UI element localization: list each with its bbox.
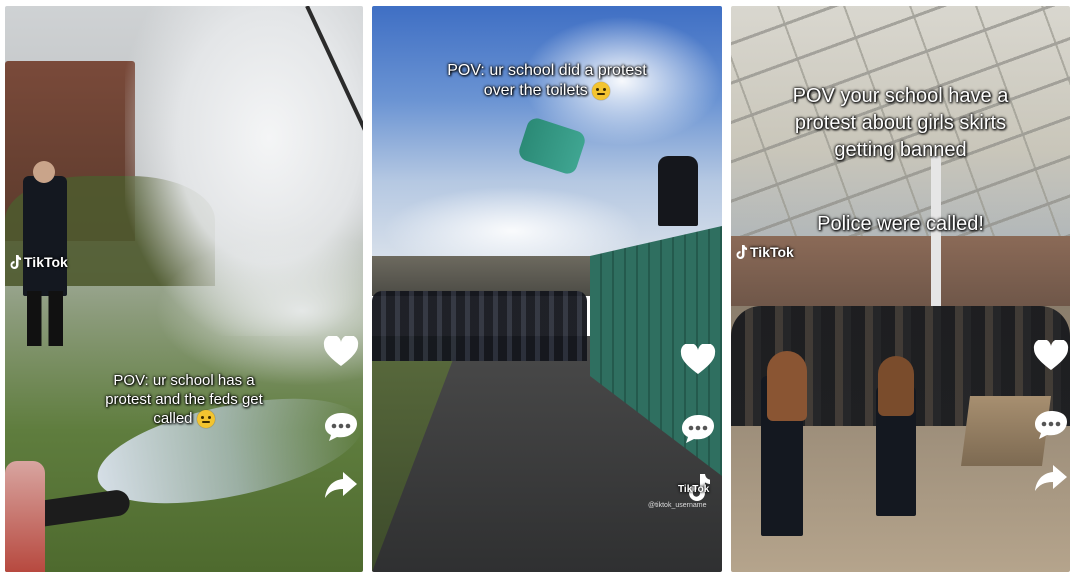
video-panel-1[interactable]: TikTok POV: ur school has a protest and … (5, 6, 363, 572)
like-button[interactable] (680, 344, 716, 376)
panel-1-hand (5, 461, 45, 572)
caption-line: POV: ur school has a (113, 372, 255, 389)
tiktok-watermark: TikTok (735, 244, 794, 260)
tiktok-watermark-text: TikTok (24, 254, 68, 270)
tiktok-watermark: TikTok (9, 254, 68, 270)
panel-3-pillar (931, 156, 941, 326)
caption-line-with-emoji: over the toilets (372, 81, 722, 101)
comment-button[interactable] (680, 413, 716, 445)
like-button[interactable] (323, 336, 359, 368)
panel-3-person-hair (767, 351, 807, 421)
video-caption: POV: ur school did a protest over the to… (372, 61, 722, 101)
panel-2-person-on-roof (658, 156, 698, 226)
panel-1-person-head (33, 161, 55, 183)
heart-icon (680, 344, 716, 374)
share-icon (1035, 465, 1067, 491)
panel-3-person-hair (878, 356, 914, 416)
share-button[interactable] (323, 469, 359, 501)
grimace-emoji-icon (196, 409, 215, 428)
panel-1-person-legs (27, 291, 63, 346)
tiktok-logo-icon (10, 254, 21, 269)
comment-icon (1035, 411, 1067, 439)
tiktok-logo-icon (736, 244, 747, 259)
share-icon (325, 472, 357, 498)
grimace-emoji-icon (592, 81, 611, 100)
video-caption: POV: ur school has a protest and the fed… (5, 372, 363, 428)
caption-line: protest and the feds get (105, 390, 263, 408)
comment-button[interactable] (323, 411, 359, 443)
comment-button[interactable] (1033, 409, 1069, 441)
username-text: @tiktok_username (648, 502, 707, 509)
heart-icon (1033, 340, 1069, 370)
panel-1-person (23, 176, 67, 296)
caption-line: POV: ur school did a protest (447, 62, 647, 79)
caption-line: POV your school have a (792, 85, 1009, 107)
heart-icon (323, 336, 359, 366)
share-button[interactable] (1033, 462, 1069, 494)
like-button[interactable] (1033, 340, 1069, 372)
video-caption: POV your school have a protest about gir… (731, 83, 1070, 164)
video-panel-2[interactable]: POV: ur school did a protest over the to… (372, 6, 722, 572)
caption-line: protest about girls skirts (794, 112, 1007, 134)
comment-icon (682, 415, 714, 443)
panel-2-crowd (372, 291, 587, 361)
tiktok-watermark-text: TikTok (678, 484, 710, 495)
caption-line-text: called (153, 409, 193, 427)
video-panel-3[interactable]: TikTok POV your school have a protest ab… (731, 6, 1070, 572)
video-caption-extra: Police were called! (817, 213, 984, 235)
comment-icon (325, 413, 357, 441)
tiktok-watermark-text: TikTok (750, 244, 794, 260)
caption-line: getting banned (834, 139, 967, 161)
tiktok-watermark: TikTok (678, 484, 709, 495)
caption-line-with-emoji: called (5, 410, 363, 429)
caption-line-text: over the toilets (483, 82, 588, 99)
